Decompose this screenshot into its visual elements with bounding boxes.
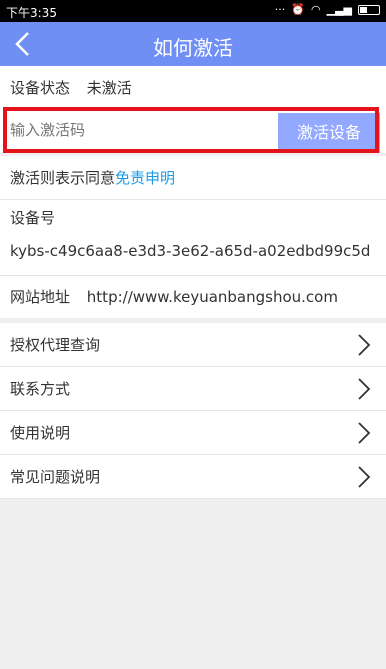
status-icons: ··· ⏰ ◠ ▁▃▅ — [275, 3, 380, 17]
agreement-row: 激活则表示同意免责申明 — [0, 156, 386, 200]
agreement-text: 激活则表示同意 — [10, 169, 116, 187]
website-label: 网站地址 — [10, 288, 71, 306]
clock: 下午3:35 — [6, 6, 57, 20]
chevron-right-icon — [358, 334, 371, 356]
menu-list: 授权代理查询 联系方式 使用说明 常见问题说明 — [0, 323, 386, 499]
device-id-value: kybs-c49c6aa8-e3d3-3e62-a65d-a02edbd99c5… — [0, 236, 386, 276]
battery-icon — [358, 5, 380, 15]
status-bar: 下午3:35 ··· ⏰ ◠ ▁▃▅ — [0, 0, 386, 22]
wifi-icon: ◠ — [311, 3, 321, 16]
website-row: 网站地址 http://www.keyuanbangshou.com — [0, 276, 386, 318]
device-id-label: 设备号 — [0, 200, 386, 236]
menu-item-label: 常见问题说明 — [10, 468, 101, 486]
device-status-value: 未激活 — [86, 79, 132, 97]
page-title: 如何激活 — [153, 36, 233, 60]
device-status-label: 设备状态 — [10, 79, 71, 97]
menu-item-instructions[interactable]: 使用说明 — [0, 411, 386, 455]
menu-item-faq[interactable]: 常见问题说明 — [0, 455, 386, 499]
device-status-row: 设备状态 未激活 — [0, 66, 386, 110]
menu-item-agent-query[interactable]: 授权代理查询 — [0, 323, 386, 367]
menu-item-label: 联系方式 — [10, 380, 71, 398]
website-url[interactable]: http://www.keyuanbangshou.com — [87, 288, 338, 306]
activate-device-button[interactable]: 激活设备 — [278, 113, 380, 153]
chevron-right-icon — [358, 378, 371, 400]
chevron-right-icon — [358, 422, 371, 444]
chevron-right-icon — [358, 466, 371, 488]
more-icon: ··· — [274, 3, 286, 16]
alarm-icon: ⏰ — [291, 3, 305, 16]
menu-item-label: 使用说明 — [10, 424, 71, 442]
disclaimer-link[interactable]: 免责申明 — [115, 169, 175, 187]
activation-code-input[interactable] — [10, 113, 276, 147]
app-header: 如何激活 — [0, 22, 386, 66]
signal-icon: ▁▃▅ — [326, 3, 352, 16]
activation-row: 激活设备 — [0, 107, 386, 153]
menu-item-label: 授权代理查询 — [10, 336, 101, 354]
menu-item-contact[interactable]: 联系方式 — [0, 367, 386, 411]
